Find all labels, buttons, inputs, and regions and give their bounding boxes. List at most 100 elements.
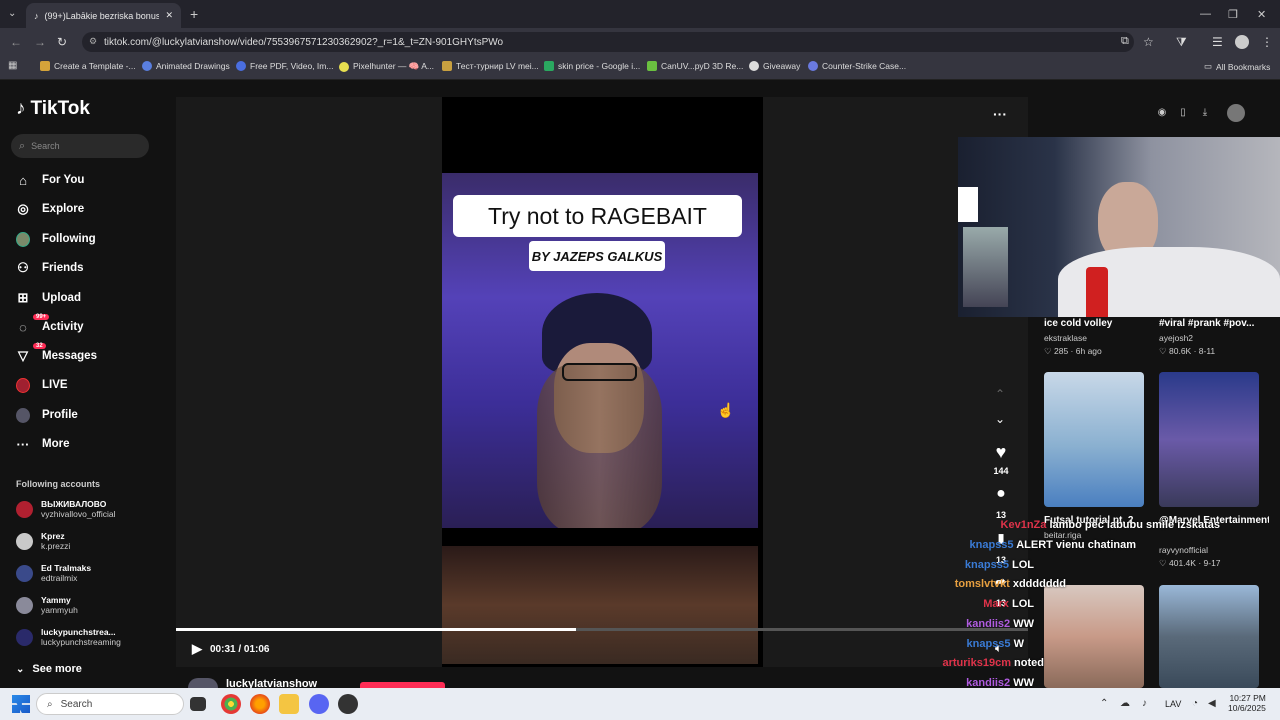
extensions-icon[interactable]: ⧩ bbox=[1176, 35, 1187, 50]
see-more-button[interactable]: ⌄ See more bbox=[16, 663, 82, 675]
bookmark-item[interactable]: Create a Template -... bbox=[40, 61, 136, 71]
bookmark-item[interactable]: Тест-турнир LV mei... bbox=[442, 61, 539, 71]
user-avatar[interactable] bbox=[1227, 104, 1245, 122]
clock[interactable]: 10:27 PM 10/6/2025 bbox=[1228, 693, 1266, 713]
bookmark-item[interactable]: CanUV...pyD 3D Re... bbox=[647, 61, 743, 71]
following-account[interactable]: Kprez k.prezzi bbox=[16, 531, 70, 551]
play-icon[interactable]: ▶ bbox=[192, 641, 202, 657]
card-title[interactable]: #viral #prank #pov... bbox=[1159, 318, 1269, 329]
webcam-overlay bbox=[958, 137, 1280, 317]
nav-following[interactable]: Following bbox=[16, 231, 96, 247]
bookmark-favicon-icon bbox=[236, 61, 246, 71]
tab-close-icon[interactable]: ✕ bbox=[165, 10, 173, 21]
language-indicator[interactable]: LAV bbox=[1165, 699, 1181, 709]
speaker-icon[interactable]: ◀ bbox=[1208, 698, 1216, 709]
tiktok-logo[interactable]: ♪ TikTok bbox=[16, 98, 90, 120]
chat-text: WW bbox=[1013, 618, 1034, 630]
clock-time: 10:27 PM bbox=[1229, 693, 1266, 703]
bookmark-favicon-icon bbox=[544, 61, 554, 71]
nav-explore[interactable]: ◎ Explore bbox=[16, 201, 84, 216]
file-explorer-icon[interactable] bbox=[279, 694, 299, 714]
card-date: 6h ago bbox=[1075, 346, 1102, 356]
chat-text: W bbox=[1013, 638, 1024, 650]
firefox-taskbar-icon[interactable] bbox=[250, 694, 270, 714]
bookmark-item[interactable]: Animated Drawings bbox=[142, 61, 230, 71]
browser-tab-active[interactable]: ♪ (99+)Labākie bezriska bonusi p ✕ bbox=[26, 3, 181, 28]
next-video-icon[interactable]: ⌄ bbox=[995, 412, 1005, 426]
bookmark-item[interactable]: Counter-Strike Case... bbox=[808, 61, 906, 71]
url-text: tiktok.com/@luckylatvianshow/video/75539… bbox=[104, 36, 504, 48]
comment-icon[interactable]: ● bbox=[991, 485, 1011, 503]
heart-icon: ♡ bbox=[1044, 346, 1052, 356]
nav-upload[interactable]: ⊞ Upload bbox=[16, 290, 81, 305]
back-icon[interactable]: ← bbox=[10, 35, 22, 49]
task-view-icon[interactable] bbox=[190, 697, 206, 711]
address-bar[interactable]: tiktok.com/@luckylatvianshow/video/75539… bbox=[82, 32, 1134, 52]
card-date: 9-17 bbox=[1203, 558, 1221, 568]
nav-for-you[interactable]: ⌂ For You bbox=[16, 173, 84, 188]
maximize-button[interactable]: ❐ bbox=[1228, 8, 1238, 21]
search-input[interactable]: ⌕ Search bbox=[11, 134, 149, 158]
card-title[interactable]: ice cold volley bbox=[1044, 318, 1154, 329]
minimize-button[interactable]: — bbox=[1200, 8, 1211, 20]
tray-chevron-icon[interactable]: ⌃ bbox=[1100, 698, 1108, 709]
network-icon[interactable]: ☁ bbox=[1120, 698, 1130, 709]
profile-avatar-icon[interactable] bbox=[1235, 35, 1249, 49]
nav-messages[interactable]: ▽ 32 Messages bbox=[16, 343, 97, 363]
previous-video-icon[interactable]: ⌃ bbox=[995, 387, 1005, 401]
chat-message: kandiis2 WW bbox=[966, 677, 1034, 688]
download-icon[interactable]: ⤓ bbox=[1197, 104, 1213, 120]
nav-profile[interactable]: Profile bbox=[16, 407, 78, 423]
bookmark-item[interactable]: Pixelhunter — 🧠 A... bbox=[339, 61, 434, 72]
chat-user: Marx bbox=[983, 598, 1009, 610]
forward-icon[interactable]: → bbox=[34, 35, 46, 49]
new-tab-button[interactable]: + bbox=[190, 6, 198, 22]
author-name[interactable]: luckylatvianshow bbox=[226, 678, 317, 688]
glasses-shape bbox=[562, 363, 637, 381]
more-options-icon[interactable]: ··· bbox=[993, 106, 1007, 122]
video-thumbnail[interactable] bbox=[1159, 585, 1259, 688]
following-account[interactable]: Ed Tralmaks edtrailmix bbox=[16, 563, 91, 583]
bookmark-item[interactable]: skin price - Google i... bbox=[544, 61, 640, 71]
bookmark-favicon-icon bbox=[442, 61, 452, 71]
taskbar-search[interactable]: ⌕ Search bbox=[36, 693, 184, 715]
chat-user: knapss5 bbox=[964, 559, 1009, 571]
nav-live[interactable]: LIVE bbox=[16, 377, 68, 393]
nav-friends[interactable]: ⚇ Friends bbox=[16, 260, 83, 275]
following-account[interactable]: Yammy yammyuh bbox=[16, 595, 78, 615]
bookmark-star-icon[interactable]: ☆ bbox=[1143, 35, 1154, 49]
nav-activity[interactable]: ◌ 99+ Activity bbox=[16, 314, 84, 335]
obs-taskbar-icon[interactable] bbox=[338, 694, 358, 714]
logo-text: TikTok bbox=[30, 98, 90, 119]
discord-taskbar-icon[interactable] bbox=[309, 694, 329, 714]
chrome-menu-icon[interactable]: ⋮ bbox=[1261, 35, 1273, 49]
chrome-taskbar-icon[interactable] bbox=[221, 694, 241, 714]
close-window-button[interactable]: ✕ bbox=[1257, 8, 1266, 21]
install-app-icon[interactable]: ⧉ bbox=[1121, 35, 1129, 48]
site-info-icon[interactable]: ⚙ bbox=[89, 36, 97, 47]
tab-search-icon[interactable]: ⌄ bbox=[8, 8, 16, 19]
card-likes: 285 bbox=[1054, 346, 1069, 356]
device-icon[interactable]: ▯ bbox=[1175, 104, 1191, 120]
video-thumbnail[interactable] bbox=[1044, 585, 1144, 688]
reading-list-icon[interactable]: ☰ bbox=[1212, 35, 1223, 49]
following-account[interactable]: luckypunchstrea... luckypunchstreaming bbox=[16, 627, 121, 647]
wifi-icon[interactable]: ◔ bbox=[1192, 698, 1198, 709]
video-thumbnail[interactable] bbox=[1159, 372, 1259, 507]
microphone-icon[interactable]: ♪ bbox=[1142, 698, 1147, 709]
chat-text: LOL bbox=[1012, 559, 1034, 571]
coins-icon[interactable]: ◉ bbox=[1154, 104, 1170, 120]
card-author: ekstraklase bbox=[1044, 333, 1087, 343]
bookmark-item[interactable]: Free PDF, Video, Im... bbox=[236, 61, 333, 71]
bookmark-label: Тест-турнир LV mei... bbox=[456, 61, 539, 71]
like-icon[interactable]: ♥ bbox=[991, 442, 1011, 463]
following-account[interactable]: ВЫЖИВАЛОВО vyzhivallovo_official bbox=[16, 499, 116, 519]
all-bookmarks-button[interactable]: ▭ All Bookmarks bbox=[1204, 61, 1270, 72]
video-thumbnail[interactable] bbox=[1044, 372, 1144, 507]
avatar bbox=[16, 500, 33, 518]
nav-more[interactable]: ··· More bbox=[16, 437, 70, 452]
reload-icon[interactable]: ↻ bbox=[57, 35, 67, 49]
apps-grid-icon[interactable]: ▦ bbox=[8, 60, 17, 71]
bookmark-item[interactable]: Giveaway bbox=[749, 61, 800, 71]
author-avatar[interactable] bbox=[188, 678, 218, 688]
